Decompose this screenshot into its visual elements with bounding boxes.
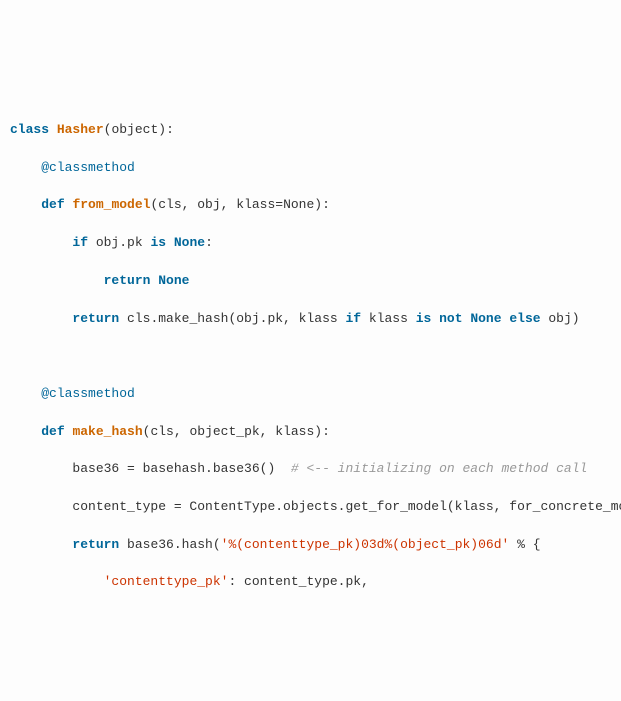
fn-from-model: from_model [72,197,150,212]
code-line: 'contenttype_pk': content_type.pk, [10,573,621,592]
code-line: def make_hash(cls, object_pk, klass): [10,423,621,442]
keyword-is: is [150,235,166,250]
keyword-isnot: is not [416,311,463,326]
code-line: if obj.pk is None: [10,234,621,253]
keyword-return: return [104,273,151,288]
code-line: @classmethod [10,385,621,404]
code-block: class Hasher(object): @classmethod def f… [0,94,621,607]
code-line: return cls.make_hash(obj.pk, klass if kl… [10,310,621,329]
code-line: @classmethod [10,159,621,178]
keyword-def: def [41,424,64,439]
keyword-class: class [10,122,49,137]
keyword-else: else [509,311,540,326]
code-line: def from_model(cls, obj, klass=None): [10,196,621,215]
keyword-def: def [41,197,64,212]
blank-line [10,347,621,366]
keyword-none: None [174,235,205,250]
keyword-return: return [72,537,119,552]
fn-make-hash: make_hash [72,424,142,439]
code-line: return None [10,272,621,291]
keyword-if: if [345,311,361,326]
keyword-return: return [72,311,119,326]
code-line: return base36.hash('%(contenttype_pk)03d… [10,536,621,555]
decorator: @classmethod [41,160,135,175]
string-literal: '%(contenttype_pk)03d%(object_pk)06d' [221,537,510,552]
code-line: content_type = ContentType.objects.get_f… [10,498,621,517]
keyword-none: None [158,273,189,288]
comment: # <-- initializing on each method call [291,461,587,476]
code-line: class Hasher(object): [10,121,621,140]
class-name: Hasher [57,122,104,137]
keyword-none: None [470,311,501,326]
code-line: base36 = basehash.base36() # <-- initial… [10,460,621,479]
string-literal: 'contenttype_pk' [104,574,229,589]
keyword-if: if [72,235,88,250]
decorator: @classmethod [41,386,135,401]
